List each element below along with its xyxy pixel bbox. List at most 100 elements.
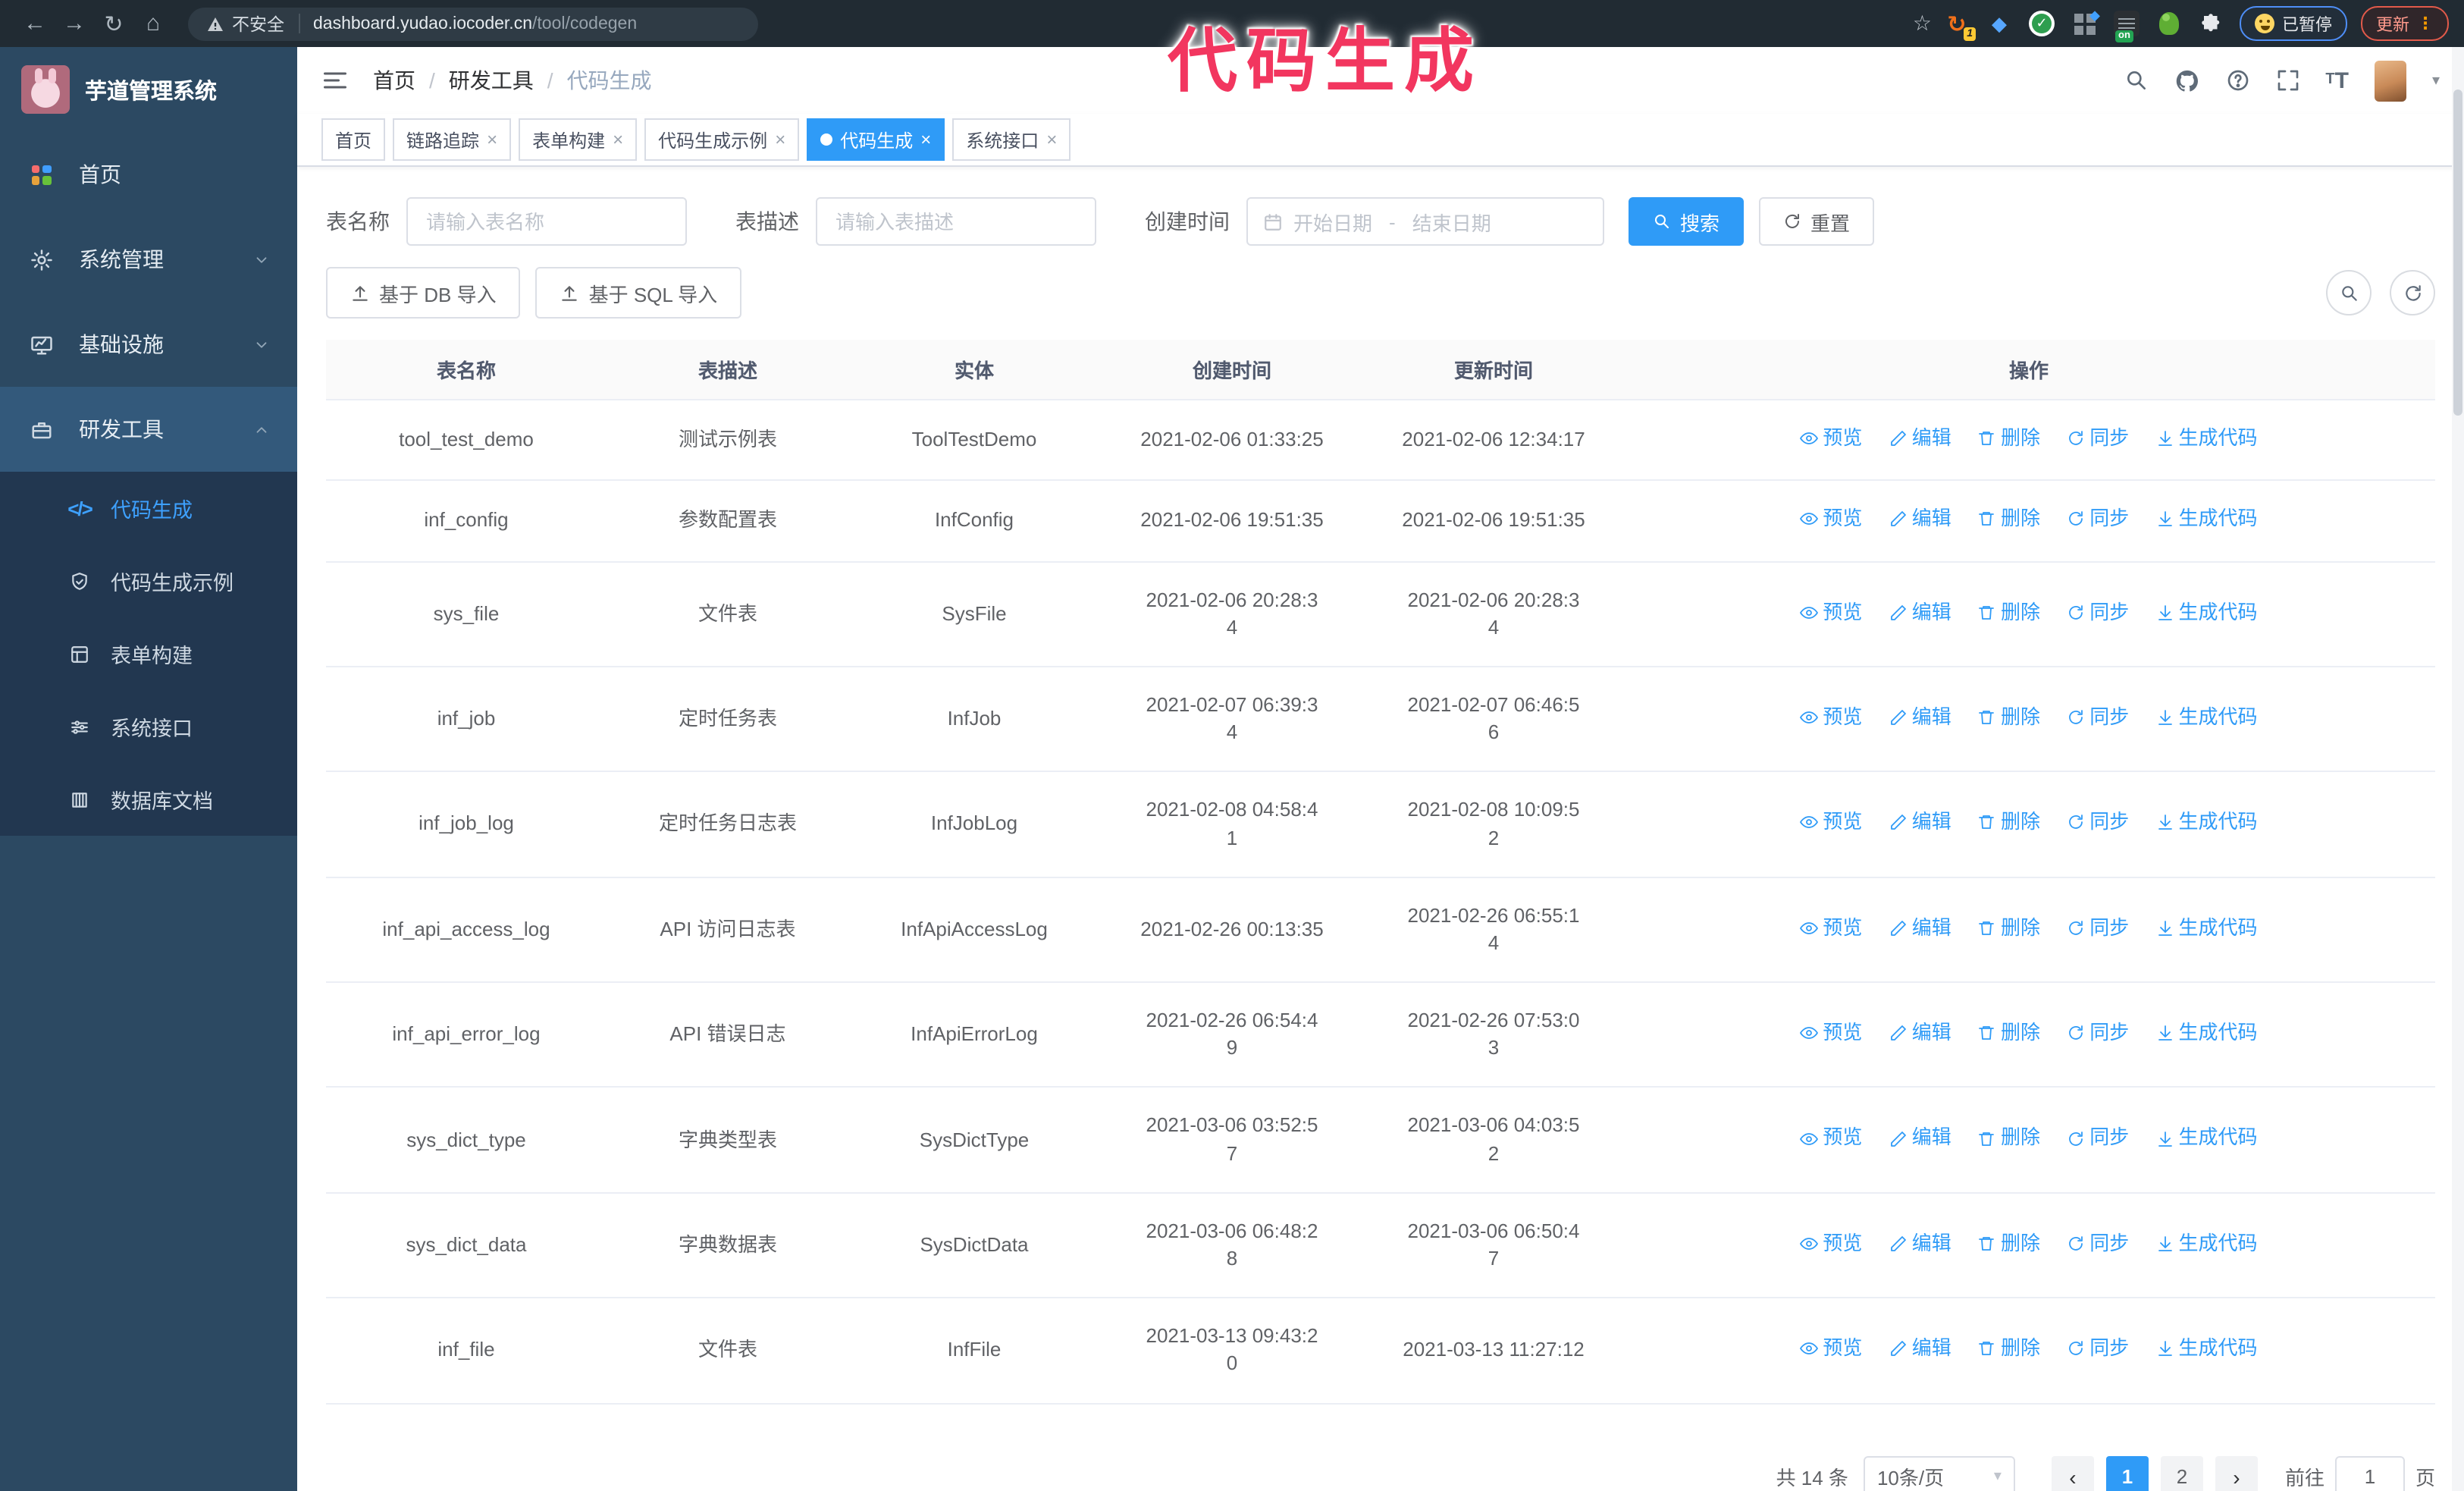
preview-link[interactable]: 预览 xyxy=(1800,704,1862,731)
delete-link[interactable]: 删除 xyxy=(1978,506,2040,533)
page-size-select[interactable]: 10条/页 ▾ xyxy=(1863,1455,2015,1491)
generate-code-link[interactable]: 生成代码 xyxy=(2156,425,2258,452)
preview-link[interactable]: 预览 xyxy=(1800,598,1862,626)
tab-close-icon[interactable]: × xyxy=(487,129,497,150)
tab-codegen-example[interactable]: 代码生成示例 × xyxy=(644,118,800,161)
browser-reload-icon[interactable]: ↻ xyxy=(94,10,133,37)
tab-codegen[interactable]: 代码生成 × xyxy=(807,118,945,161)
tab-system-api[interactable]: 系统接口 × xyxy=(952,118,1071,161)
toggle-search-icon[interactable] xyxy=(2326,270,2372,315)
font-size-icon[interactable]: TT xyxy=(2325,69,2349,92)
sync-link[interactable]: 同步 xyxy=(2067,506,2129,533)
sidebar-item-infrastructure[interactable]: 基础设施 xyxy=(0,302,297,387)
delete-link[interactable]: 删除 xyxy=(1978,598,2040,626)
delete-link[interactable]: 删除 xyxy=(1978,914,2040,941)
extension-check-icon[interactable]: ✓ xyxy=(2029,11,2055,36)
caret-down-icon[interactable]: ▾ xyxy=(2432,72,2440,89)
sidebar-item-form-builder[interactable]: 表单构建 xyxy=(0,617,297,690)
generate-code-link[interactable]: 生成代码 xyxy=(2156,506,2258,533)
preview-link[interactable]: 预览 xyxy=(1800,1335,1862,1362)
preview-link[interactable]: 预览 xyxy=(1800,809,1862,837)
sync-link[interactable]: 同步 xyxy=(2067,704,2129,731)
sidebar-item-dev-tools[interactable]: 研发工具 xyxy=(0,387,297,472)
sync-link[interactable]: 同步 xyxy=(2067,1230,2129,1257)
hamburger-icon[interactable] xyxy=(321,67,349,94)
import-sql-button[interactable]: 基于 SQL 导入 xyxy=(535,267,742,319)
delete-link[interactable]: 删除 xyxy=(1978,809,2040,837)
breadcrumb-dev-tools[interactable]: 研发工具 xyxy=(449,65,534,96)
edit-link[interactable]: 编辑 xyxy=(1889,1019,1951,1047)
edit-link[interactable]: 编辑 xyxy=(1889,1230,1951,1257)
profile-paused-chip[interactable]: 已暂停 xyxy=(2240,6,2347,41)
help-icon[interactable] xyxy=(2225,68,2249,93)
breadcrumb-home[interactable]: 首页 xyxy=(373,65,415,96)
github-icon[interactable] xyxy=(2174,67,2199,93)
next-page-button[interactable]: › xyxy=(2215,1455,2258,1491)
generate-code-link[interactable]: 生成代码 xyxy=(2156,598,2258,626)
fullscreen-icon[interactable] xyxy=(2275,68,2299,93)
tab-close-icon[interactable]: × xyxy=(613,129,623,150)
date-range-input[interactable]: 开始日期 - 结束日期 xyxy=(1246,197,1604,246)
refresh-icon[interactable] xyxy=(2390,270,2435,315)
delete-link[interactable]: 删除 xyxy=(1978,1019,2040,1047)
prev-page-button[interactable]: ‹ xyxy=(2051,1455,2094,1491)
tab-close-icon[interactable]: × xyxy=(1046,129,1057,150)
scrollbar-thumb[interactable] xyxy=(2453,89,2462,416)
bookmark-star-icon[interactable]: ☆ xyxy=(1913,11,1932,36)
tab-close-icon[interactable]: × xyxy=(775,129,785,150)
extension-figure-icon[interactable] xyxy=(2156,11,2182,36)
preview-link[interactable]: 预览 xyxy=(1800,914,1862,941)
generate-code-link[interactable]: 生成代码 xyxy=(2156,809,2258,837)
app-logo-row[interactable]: 芋道管理系统 xyxy=(0,47,297,132)
delete-link[interactable]: 删除 xyxy=(1978,704,2040,731)
edit-link[interactable]: 编辑 xyxy=(1889,425,1951,452)
sync-link[interactable]: 同步 xyxy=(2067,1335,2129,1362)
sync-link[interactable]: 同步 xyxy=(2067,598,2129,626)
preview-link[interactable]: 预览 xyxy=(1800,1125,1862,1152)
delete-link[interactable]: 删除 xyxy=(1978,1335,2040,1362)
avatar[interactable] xyxy=(2374,60,2406,101)
tab-close-icon[interactable]: × xyxy=(920,129,931,150)
sync-link[interactable]: 同步 xyxy=(2067,914,2129,941)
table-name-input[interactable] xyxy=(406,197,687,246)
extension-gem-icon[interactable]: ◆ xyxy=(1986,11,2012,36)
tab-form-builder[interactable]: 表单构建 × xyxy=(519,118,638,161)
browser-home-icon[interactable]: ⌂ xyxy=(133,11,173,36)
generate-code-link[interactable]: 生成代码 xyxy=(2156,704,2258,731)
generate-code-link[interactable]: 生成代码 xyxy=(2156,1125,2258,1152)
preview-link[interactable]: 预览 xyxy=(1800,506,1862,533)
tab-tracing[interactable]: 链路追踪 × xyxy=(393,118,512,161)
edit-link[interactable]: 编辑 xyxy=(1889,914,1951,941)
edit-link[interactable]: 编辑 xyxy=(1889,1335,1951,1362)
goto-page-input[interactable] xyxy=(2334,1455,2405,1491)
preview-link[interactable]: 预览 xyxy=(1800,1230,1862,1257)
browser-back-icon[interactable]: ← xyxy=(15,11,55,36)
browser-update-button[interactable]: 更新 ⋮ xyxy=(2361,6,2449,41)
browser-forward-icon[interactable]: → xyxy=(55,11,94,36)
extension-on-icon[interactable]: on xyxy=(2114,11,2140,42)
edit-link[interactable]: 编辑 xyxy=(1889,506,1951,533)
generate-code-link[interactable]: 生成代码 xyxy=(2156,1019,2258,1047)
reset-button[interactable]: 重置 xyxy=(1759,197,1875,246)
sidebar-item-codegen-example[interactable]: 代码生成示例 xyxy=(0,545,297,617)
search-button[interactable]: 搜索 xyxy=(1629,197,1745,246)
extension-grid-icon[interactable]: ◆ xyxy=(2071,8,2100,36)
edit-link[interactable]: 编辑 xyxy=(1889,598,1951,626)
edit-link[interactable]: 编辑 xyxy=(1889,1125,1951,1152)
sidebar-item-system-management[interactable]: 系统管理 xyxy=(0,217,297,302)
address-bar[interactable]: 不安全 dashboard.yudao.iocoder.cn /tool/cod… xyxy=(188,7,758,40)
page-button-2[interactable]: 2 xyxy=(2160,1455,2203,1491)
generate-code-link[interactable]: 生成代码 xyxy=(2156,1230,2258,1257)
generate-code-link[interactable]: 生成代码 xyxy=(2156,914,2258,941)
scrollbar-track[interactable] xyxy=(2452,47,2464,1491)
browser-menu-dots-icon[interactable]: ⋮ xyxy=(2417,14,2434,33)
extension-icon[interactable]: ↻ 1 xyxy=(1944,11,1976,41)
preview-link[interactable]: 预览 xyxy=(1800,1019,1862,1047)
delete-link[interactable]: 删除 xyxy=(1978,425,2040,452)
sidebar-item-codegen[interactable]: </> 代码生成 xyxy=(0,472,297,545)
sync-link[interactable]: 同步 xyxy=(2067,1125,2129,1152)
sync-link[interactable]: 同步 xyxy=(2067,425,2129,452)
table-desc-input[interactable] xyxy=(816,197,1096,246)
search-icon[interactable] xyxy=(2124,68,2148,93)
tab-home[interactable]: 首页 xyxy=(321,118,386,161)
